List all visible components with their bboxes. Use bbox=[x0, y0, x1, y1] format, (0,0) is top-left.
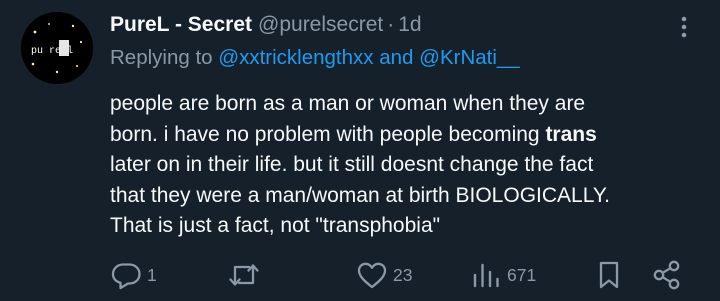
analytics-icon bbox=[473, 263, 499, 288]
separator-dot: · bbox=[387, 13, 395, 36]
share-button[interactable] bbox=[652, 257, 682, 293]
tweet-line-4: that they were a man/woman at birth BIOL… bbox=[110, 183, 610, 207]
bookmark-button[interactable] bbox=[594, 257, 624, 293]
more-vertical-icon bbox=[681, 16, 687, 38]
tweet-body: people are born as a man or woman when t… bbox=[110, 89, 700, 242]
trans-highlight: trans bbox=[545, 122, 597, 146]
like-button[interactable]: 23 bbox=[356, 257, 412, 293]
tweet-header: PureL - Secret @purelsecret · 1d bbox=[110, 10, 422, 40]
more-options-button[interactable] bbox=[672, 14, 696, 40]
action-bar: 1 23 671 bbox=[0, 257, 720, 293]
views-button[interactable]: 671 bbox=[470, 257, 536, 293]
tweet-line-2: born. i have no problem with people beco… bbox=[110, 120, 700, 151]
retweet-button[interactable] bbox=[227, 257, 266, 293]
reply-and: and bbox=[379, 46, 414, 69]
replying-to: Replying to @xxtricklengthxx and @KrNati… bbox=[110, 46, 520, 70]
views-count: 671 bbox=[507, 264, 537, 285]
reply-mention-2[interactable]: @KrNati__ bbox=[419, 46, 520, 69]
tweet[interactable]: pu re l PureL - Secret @purelsecret · 1d… bbox=[0, 0, 720, 301]
reply-button[interactable]: 1 bbox=[110, 257, 157, 293]
share-icon bbox=[653, 260, 680, 290]
user-handle[interactable]: @purelsecret bbox=[258, 13, 383, 37]
reply-count: 1 bbox=[147, 264, 157, 285]
display-name[interactable]: PureL - Secret bbox=[110, 13, 252, 37]
reply-mention-1[interactable]: @xxtricklengthxx bbox=[218, 46, 373, 69]
tweet-line-5: That is just a fact, not "transphobia" bbox=[110, 214, 441, 237]
avatar-image-icon: pu re l bbox=[21, 12, 93, 84]
replying-to-label: Replying to bbox=[110, 46, 213, 69]
heart-icon bbox=[357, 262, 387, 289]
like-count: 23 bbox=[393, 264, 413, 285]
timestamp[interactable]: 1d bbox=[398, 13, 421, 37]
bookmark-icon bbox=[599, 261, 619, 289]
reply-icon bbox=[111, 263, 141, 290]
tweet-line-3: later on in their life. but it still doe… bbox=[110, 153, 594, 176]
tweet-line-1: people are born as a man or woman when t… bbox=[110, 92, 586, 115]
retweet-icon bbox=[229, 264, 259, 286]
tweet-line-2-text: born. i have no problem with people beco… bbox=[110, 122, 546, 146]
avatar[interactable]: pu re l bbox=[21, 12, 93, 84]
